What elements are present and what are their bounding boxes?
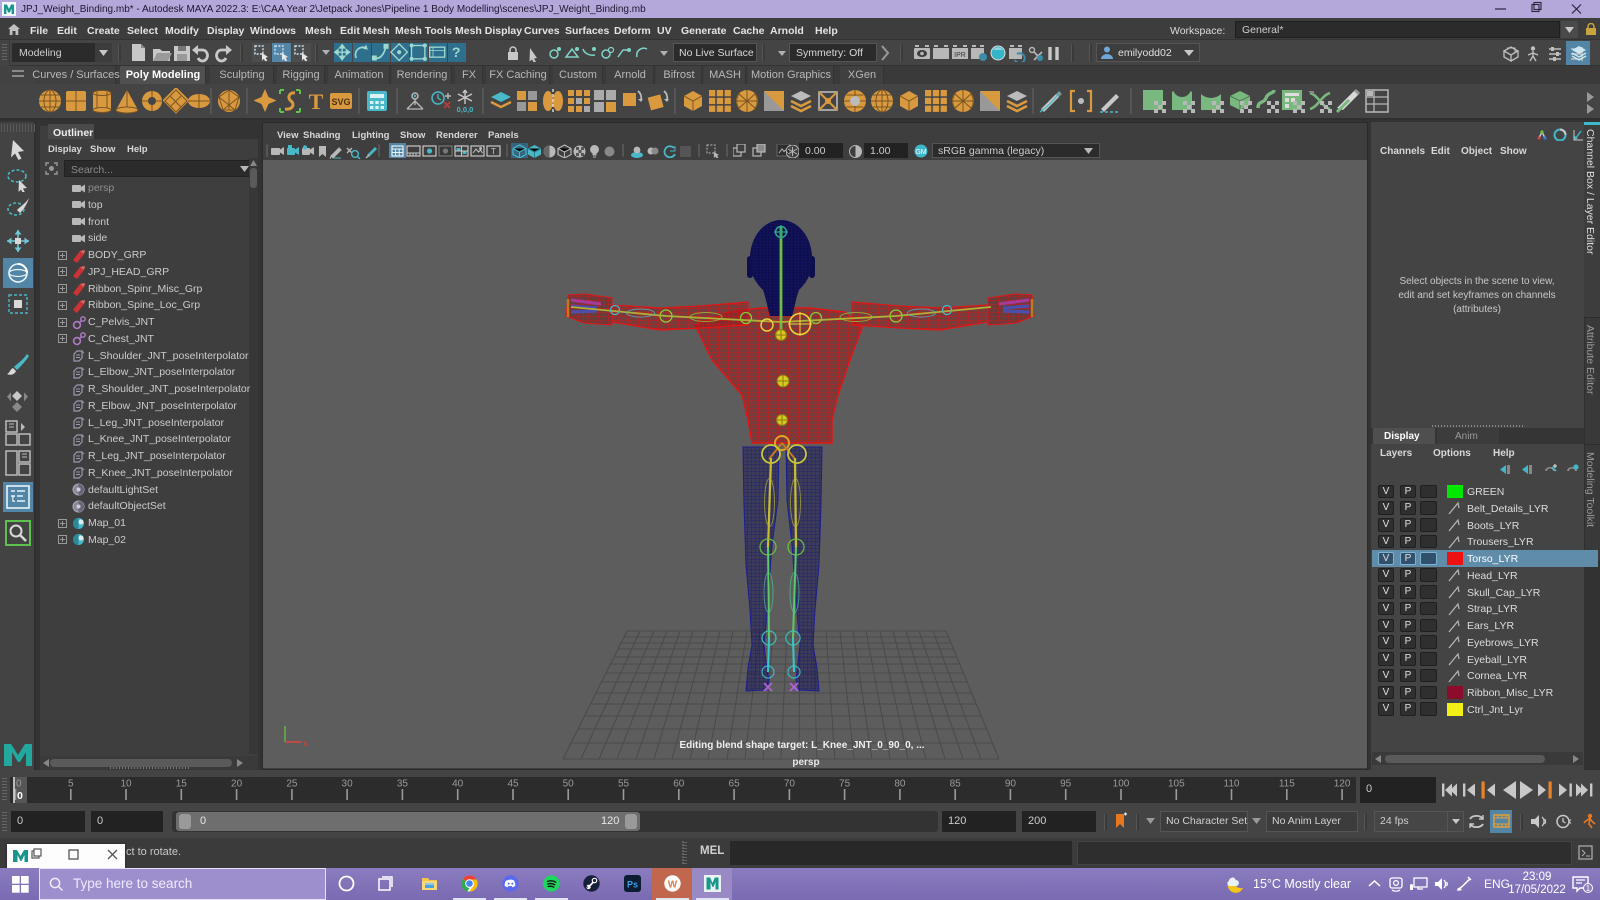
svg-text:75: 75 [839, 779, 851, 790]
svg-text:65: 65 [729, 779, 741, 790]
svg-text:Editing blend shape target: L_: Editing blend shape target: L_Knee_JNT_0… [679, 740, 924, 751]
svg-text:80: 80 [894, 779, 906, 790]
svg-text:50: 50 [563, 779, 575, 790]
svg-text:SVG: SVG [331, 97, 350, 107]
svg-text:20: 20 [231, 779, 243, 790]
svg-text:95: 95 [1060, 779, 1072, 790]
svg-text:GM: GM [915, 149, 926, 156]
svg-text:110: 110 [1224, 779, 1240, 790]
svg-text:40: 40 [452, 779, 464, 790]
svg-text:x: x [303, 738, 308, 748]
svg-text:100: 100 [1113, 779, 1130, 790]
svg-text:W: W [668, 880, 678, 891]
svg-text:0: 0 [17, 790, 23, 802]
svg-text:15: 15 [176, 779, 188, 790]
svg-text:10: 10 [120, 779, 132, 790]
svg-text:115: 115 [1279, 779, 1295, 790]
svg-text:30: 30 [342, 779, 354, 790]
svg-text:90: 90 [1005, 779, 1017, 790]
svg-text:Ps: Ps [627, 880, 638, 890]
svg-text:105: 105 [1168, 779, 1185, 790]
svg-text:persp: persp [792, 757, 819, 768]
svg-text:60: 60 [673, 779, 685, 790]
svg-text:1: 1 [1586, 884, 1591, 893]
svg-text:120: 120 [1334, 779, 1351, 790]
svg-text:85: 85 [950, 779, 962, 790]
svg-text:T: T [309, 89, 324, 114]
svg-text:25: 25 [286, 779, 298, 790]
svg-text:?: ? [452, 45, 461, 61]
svg-text:0,0,0: 0,0,0 [457, 105, 474, 114]
svg-text:35: 35 [397, 779, 409, 790]
svg-text:0: 0 [16, 779, 22, 790]
svg-text:55: 55 [618, 779, 630, 790]
svg-text:IPR: IPR [954, 52, 966, 59]
svg-text:45: 45 [507, 779, 519, 790]
svg-text:5: 5 [68, 779, 74, 790]
svg-text:T: T [491, 147, 496, 156]
svg-text:70: 70 [784, 779, 796, 790]
